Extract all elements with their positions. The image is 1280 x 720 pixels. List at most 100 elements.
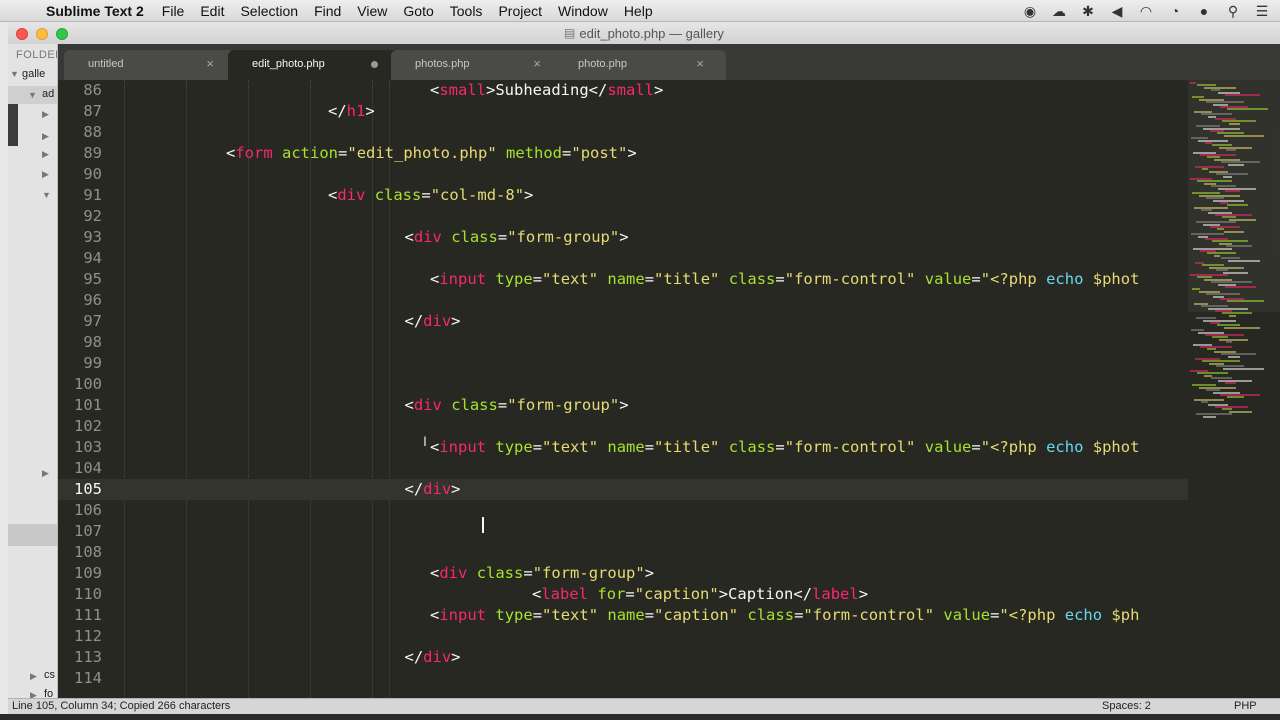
user-icon[interactable]: ●	[1196, 3, 1212, 19]
menu-window[interactable]: Window	[550, 3, 616, 19]
disclosure-open-icon[interactable]: ▼	[42, 190, 51, 200]
disclosure-closed-icon[interactable]: ▶	[42, 131, 49, 142]
creative-cloud-icon[interactable]: ☁	[1051, 3, 1067, 20]
code-line[interactable]: 100	[58, 374, 1188, 395]
disclosure-open-icon[interactable]: ▼	[10, 69, 19, 79]
code-text: <div class="col-md-8">	[328, 185, 533, 206]
disclosure-closed-icon[interactable]: ▶	[42, 149, 49, 160]
code-token: echo	[1064, 606, 1103, 624]
minimap-line	[1225, 382, 1236, 384]
menu-project[interactable]: Project	[490, 3, 550, 19]
code-line[interactable]: 98	[58, 332, 1188, 353]
menu-help[interactable]: Help	[616, 3, 661, 19]
code-token: =	[562, 144, 572, 162]
tab-photo[interactable]: photo.php ×	[554, 50, 726, 80]
record-icon[interactable]: ◉	[1022, 3, 1038, 20]
minimap-line	[1228, 355, 1240, 358]
tab-edit-photo[interactable]: edit_photo.php	[228, 50, 400, 80]
disclosure-open-icon[interactable]: ▼	[28, 90, 37, 100]
code-line[interactable]: 96	[58, 290, 1188, 311]
code-line[interactable]: 113 </div>	[58, 647, 1188, 668]
disclosure-closed-icon[interactable]: ▶	[42, 169, 49, 180]
code-line[interactable]: 109 <div class="form-group">	[58, 563, 1188, 584]
window-close-button[interactable]	[16, 28, 28, 40]
sidebar-item-css[interactable]: ▶ cs	[8, 668, 57, 686]
tab-photos[interactable]: photos.php ×	[391, 50, 563, 80]
menu-file[interactable]: File	[154, 3, 193, 19]
code-line[interactable]: 97 </div>	[58, 311, 1188, 332]
window-minimize-button[interactable]	[36, 28, 48, 40]
minimap-line	[1213, 199, 1244, 202]
code-line[interactable]: 88	[58, 122, 1188, 143]
sidebar-item-admin[interactable]: ▼ ad	[8, 86, 57, 104]
code-line[interactable]: 110 <label for="caption">Caption</label>	[58, 584, 1188, 605]
code-token: =	[775, 438, 785, 456]
code-token: </	[404, 648, 424, 666]
minimap-line	[1229, 314, 1236, 317]
code-line[interactable]: 111 <input type="text" name="caption" cla…	[58, 605, 1188, 626]
disclosure-closed-icon[interactable]: ▶	[42, 468, 49, 479]
code-line[interactable]: 91 <div class="col-md-8">	[58, 185, 1188, 206]
menu-find[interactable]: Find	[306, 3, 349, 19]
code-line[interactable]: 108	[58, 542, 1188, 563]
spotlight-search-icon[interactable]: ⚲	[1225, 3, 1241, 20]
clock-icon[interactable]: ◔	[1167, 3, 1183, 19]
disclosure-closed-icon[interactable]: ▶	[30, 671, 37, 682]
code-line[interactable]: 112	[58, 626, 1188, 647]
sidebar-item-gallery[interactable]: ▼ galle	[8, 66, 57, 84]
code-line[interactable]: 87 </h1>	[58, 101, 1188, 122]
wifi-icon[interactable]: ◠	[1138, 3, 1154, 20]
window-zoom-button[interactable]	[56, 28, 68, 40]
status-indentation[interactable]: Spaces: 2	[1102, 700, 1151, 712]
disclosure-closed-icon[interactable]: ▶	[42, 109, 49, 120]
status-syntax[interactable]: PHP	[1234, 700, 1257, 712]
code-line[interactable]: 99	[58, 353, 1188, 374]
code-line[interactable]: 90	[58, 164, 1188, 185]
menu-view[interactable]: View	[349, 3, 395, 19]
code-text: <small>Subheading</small>	[430, 80, 663, 101]
code-line[interactable]: 103 <input type="text" name="title" class…	[58, 437, 1188, 458]
code-line[interactable]: 89 <form action="edit_photo.php" method="…	[58, 143, 1188, 164]
line-number: 112	[74, 627, 102, 645]
code-text: </div>	[405, 479, 461, 500]
app-menu[interactable]: Sublime Text 2	[40, 3, 154, 19]
line-number: 89	[83, 144, 102, 162]
minimap-line	[1223, 367, 1264, 370]
code-text: <form action="edit_photo.php" method="po…	[226, 143, 637, 164]
code-line[interactable]: 94	[58, 248, 1188, 269]
volume-icon[interactable]: ◀	[1109, 3, 1125, 20]
close-icon[interactable]: ×	[533, 56, 541, 71]
menu-edit[interactable]: Edit	[192, 3, 232, 19]
disclosure-closed-icon[interactable]: ▶	[30, 690, 37, 698]
code-line[interactable]: 106	[58, 500, 1188, 521]
menu-selection[interactable]: Selection	[232, 3, 306, 19]
menu-goto[interactable]: Goto	[395, 3, 441, 19]
code-line[interactable]: 104	[58, 458, 1188, 479]
code-line[interactable]: 95 <input type="text" name="title" class=…	[58, 269, 1188, 290]
code-line[interactable]: 107	[58, 521, 1188, 542]
code-token: "title"	[654, 438, 720, 456]
tab-untitled[interactable]: untitled ×	[64, 50, 236, 80]
unsaved-dot-icon[interactable]	[371, 61, 378, 68]
code-line[interactable]: 105 </div>	[58, 479, 1188, 500]
menu-tools[interactable]: Tools	[442, 3, 491, 19]
code-line[interactable]: 101 <div class="form-group">	[58, 395, 1188, 416]
bluetooth-icon[interactable]: ✱	[1080, 3, 1096, 20]
notification-list-icon[interactable]: ☰	[1254, 3, 1270, 20]
code-line[interactable]: 92	[58, 206, 1188, 227]
line-number: 99	[83, 354, 102, 372]
code-line[interactable]: 102	[58, 416, 1188, 437]
code-token: echo	[1046, 270, 1084, 288]
code-token: div	[423, 312, 452, 330]
code-line[interactable]: 93 <div class="form-group">	[58, 227, 1188, 248]
minimap[interactable]	[1188, 80, 1280, 698]
close-icon[interactable]: ×	[696, 56, 704, 71]
code-line[interactable]: 114	[58, 668, 1188, 689]
minimap-line	[1210, 226, 1240, 228]
close-icon[interactable]: ×	[206, 56, 214, 71]
sidebar-item-fonts[interactable]: ▶ fo	[8, 687, 57, 698]
code-editor[interactable]: 86 <small>Subheading</small> 87 </h1> 88 89 <f…	[58, 80, 1188, 698]
code-line[interactable]: 86 <small>Subheading</small>	[58, 80, 1188, 101]
